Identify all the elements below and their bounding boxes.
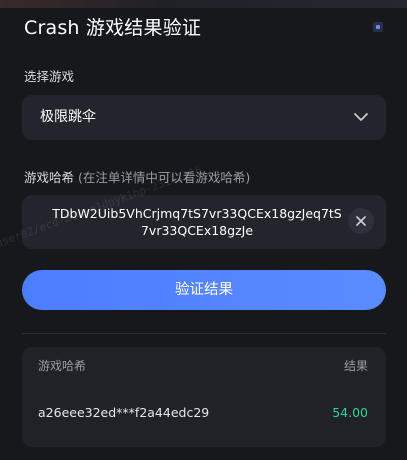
result-value: 54.00: [332, 405, 368, 420]
results-header: 游戏哈希 结果: [38, 357, 368, 377]
hash-input-value[interactable]: TDbW2Uib5VhCrjmq7tS7vr33QCEx18gzJeq7tS7v…: [52, 205, 342, 239]
chevron-down-icon: [354, 113, 368, 121]
results-panel: 游戏哈希 结果 a26eee32ed***f2a44edc29 54.00: [22, 347, 386, 447]
verify-button[interactable]: 验证结果: [22, 270, 386, 310]
hash-label-text: 游戏哈希: [24, 170, 75, 185]
divider: [22, 333, 386, 334]
status-icon: [373, 22, 383, 32]
page-header: Crash 游戏结果验证: [24, 14, 383, 44]
top-banner-strip: [0, 0, 407, 8]
results-col-hash: 游戏哈希: [38, 359, 87, 373]
table-row: a26eee32ed***f2a44edc29 54.00: [38, 405, 368, 425]
result-hash: a26eee32ed***f2a44edc29: [38, 405, 210, 420]
clear-hash-button[interactable]: [348, 208, 374, 234]
results-col-result: 结果: [343, 359, 368, 373]
hash-input[interactable]: TDbW2Uib5VhCrjmq7tS7vr33QCEx18gzJeq7tS7v…: [22, 195, 386, 249]
clear-icon: [356, 216, 366, 226]
game-select-label: 选择游戏: [24, 69, 75, 84]
game-select-value: 极限跳伞: [40, 109, 96, 125]
hash-label-hint: (在注单详情中可以看游戏哈希): [78, 170, 251, 185]
page-title: Crash 游戏结果验证: [24, 17, 202, 39]
hash-field-label: 游戏哈希 (在注单详情中可以看游戏哈希): [24, 167, 250, 186]
game-select[interactable]: 极限跳伞: [22, 95, 386, 140]
